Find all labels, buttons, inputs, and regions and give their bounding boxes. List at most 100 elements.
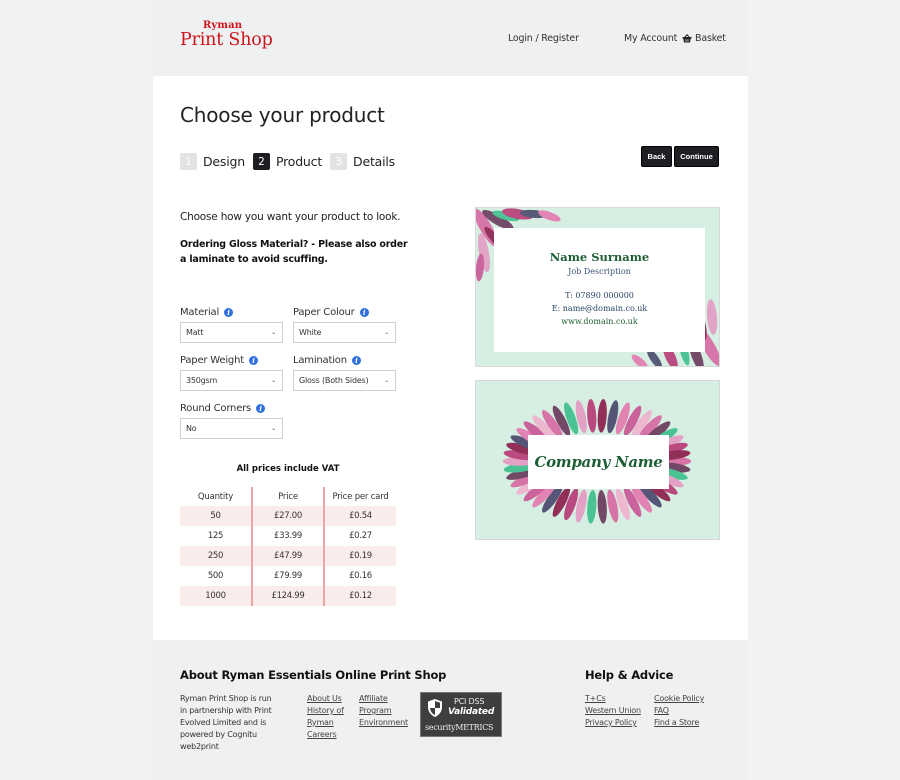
quantity-cell: 250 (180, 546, 252, 566)
login-register-link[interactable]: Login / Register (508, 33, 579, 44)
paper-colour-value: White (299, 328, 322, 337)
pci-line3: securityMETRICS (425, 723, 494, 732)
info-icon[interactable]: i (224, 307, 234, 317)
step-design[interactable]: 1 Design (180, 153, 245, 170)
pci-dss-badge[interactable]: PCI DSS Validated securityMETRICS (420, 692, 502, 737)
footer-link-environment[interactable]: Environment (359, 717, 414, 729)
card-company-name: Company Name (534, 453, 663, 471)
card-web: www.domain.co.uk (561, 317, 638, 326)
chevron-down-icon: ⌄ (271, 377, 276, 384)
table-row[interactable]: 1000 £124.99 £0.12 (180, 586, 396, 606)
price-cell: £79.99 (251, 566, 325, 586)
quantity-cell: 125 (207, 531, 224, 541)
chevron-down-icon: ⌄ (384, 377, 389, 384)
per-card-cell: £0.12 (324, 586, 396, 606)
basket-label: Basket (695, 33, 726, 44)
footer-link-cookie[interactable]: Cookie Policy (654, 693, 704, 705)
info-icon[interactable]: i (359, 307, 369, 317)
footer-link-privacy[interactable]: Privacy Policy (585, 717, 641, 729)
price-cell: £27.00 (251, 506, 325, 526)
pci-line1: PCI DSS (454, 697, 485, 706)
back-button[interactable]: Back (641, 146, 672, 167)
round-corners-label: Round Corners (180, 402, 252, 414)
price-table-header: Quantity Price Price per card (180, 487, 396, 506)
round-corners-select[interactable]: No ⌄ (180, 418, 283, 439)
footer-link-tcs[interactable]: T+Cs (585, 693, 641, 705)
basket-link[interactable]: Basket (682, 33, 726, 44)
table-row[interactable]: 125 £33.99 £0.27 (180, 526, 396, 546)
footer-help-title: Help & Advice (585, 668, 674, 682)
footer-link-affiliate[interactable]: Affiliate Program (359, 693, 414, 717)
nav-buttons: Back Continue (641, 146, 719, 167)
footer-links-col2: Affiliate Program Environment (359, 693, 414, 729)
paper-colour-select[interactable]: White ⌄ (293, 322, 396, 343)
logo[interactable]: Ryman Print Shop (180, 21, 273, 50)
header-price-per-card: Price per card (332, 491, 389, 502)
per-card-cell: £0.16 (349, 571, 372, 581)
table-row[interactable]: 50 £27.00 £0.54 (180, 506, 396, 526)
footer-link-western-union[interactable]: Western Union (585, 705, 641, 717)
logo-print-shop: Print Shop (180, 30, 273, 50)
step-label: Details (353, 154, 395, 169)
site-header: Ryman Print Shop Login / Register My Acc… (153, 0, 748, 76)
material-value: Matt (186, 328, 204, 337)
gloss-warning: Ordering Gloss Material? - Please also o… (180, 239, 408, 265)
paper-weight-field: Paper Weight i 350gsm ⌄ (180, 353, 283, 391)
lamination-value: Gloss (Both Sides) (299, 376, 369, 385)
quantity-cell: 1000 (180, 586, 252, 606)
paper-colour-field: Paper Colour i White ⌄ (293, 305, 396, 343)
step-number: 3 (330, 153, 348, 170)
info-icon[interactable]: i (351, 355, 361, 365)
card-job: Job Description (568, 267, 631, 276)
material-field: Material i Matt ⌄ (180, 305, 283, 343)
round-corners-value: No (186, 424, 197, 433)
card-front-preview[interactable]: Name Surname Job Description T: 07890 00… (475, 207, 720, 367)
chevron-down-icon: ⌄ (384, 329, 389, 336)
header-quantity: Quantity (197, 491, 234, 502)
footer-link-careers[interactable]: Careers (307, 729, 352, 741)
card-back-panel: Company Name (528, 435, 669, 489)
lamination-select[interactable]: Gloss (Both Sides) ⌄ (293, 370, 396, 391)
my-account-link[interactable]: My Account (624, 33, 677, 44)
pci-line2: Validated (448, 707, 495, 717)
table-row[interactable]: 250 £47.99 £0.19 (180, 546, 396, 566)
per-card-cell: £0.54 (324, 506, 396, 526)
paper-weight-label: Paper Weight (180, 354, 244, 366)
price-table: Quantity Price Price per card 50 £27.00 … (180, 487, 396, 606)
card-email: E: name@domain.co.uk (551, 304, 648, 313)
chevron-down-icon: ⌄ (271, 425, 276, 432)
intro-text: Choose how you want your product to look… (180, 211, 401, 223)
step-product[interactable]: 2 Product (252, 153, 322, 170)
footer-help-col2: Cookie Policy FAQ Find a Store (654, 693, 704, 729)
footer-link-find-store[interactable]: Find a Store (654, 717, 704, 729)
lamination-field: Lamination i Gloss (Both Sides) ⌄ (293, 353, 396, 391)
per-card-cell: £0.27 (349, 531, 372, 541)
footer-link-about-us[interactable]: About Us (307, 693, 352, 705)
footer-link-history[interactable]: History of Ryman (307, 705, 352, 729)
continue-button[interactable]: Continue (674, 146, 719, 167)
price-cell: £124.99 (251, 586, 325, 606)
round-corners-field: Round Corners i No ⌄ (180, 401, 283, 439)
progress-steps: 1 Design 2 Product 3 Details (180, 153, 403, 170)
chevron-down-icon: ⌄ (271, 329, 276, 336)
footer-help-col1: T+Cs Western Union Privacy Policy (585, 693, 641, 729)
page: Ryman Print Shop Login / Register My Acc… (153, 0, 748, 780)
info-icon[interactable]: i (248, 355, 258, 365)
info-icon[interactable]: i (256, 403, 266, 413)
table-row[interactable]: 500 £79.99 £0.16 (180, 566, 396, 586)
material-label: Material (180, 306, 220, 318)
card-phone: T: 07890 000000 (565, 291, 634, 300)
footer-link-faq[interactable]: FAQ (654, 705, 704, 717)
site-footer: About Ryman Essentials Online Print Shop… (153, 640, 748, 780)
quantity-cell: 500 (207, 571, 224, 581)
step-details[interactable]: 3 Details (330, 153, 395, 170)
card-back-preview[interactable]: Company Name (475, 380, 720, 540)
per-card-cell: £0.19 (324, 546, 396, 566)
paper-weight-select[interactable]: 350gsm ⌄ (180, 370, 283, 391)
card-name: Name Surname (549, 250, 650, 264)
price-cell: £33.99 (251, 526, 325, 546)
step-number: 1 (180, 153, 197, 170)
material-select[interactable]: Matt ⌄ (180, 322, 283, 343)
footer-about-title: About Ryman Essentials Online Print Shop (180, 668, 447, 682)
footer-links-col1: About Us History of Ryman Careers (307, 693, 352, 741)
